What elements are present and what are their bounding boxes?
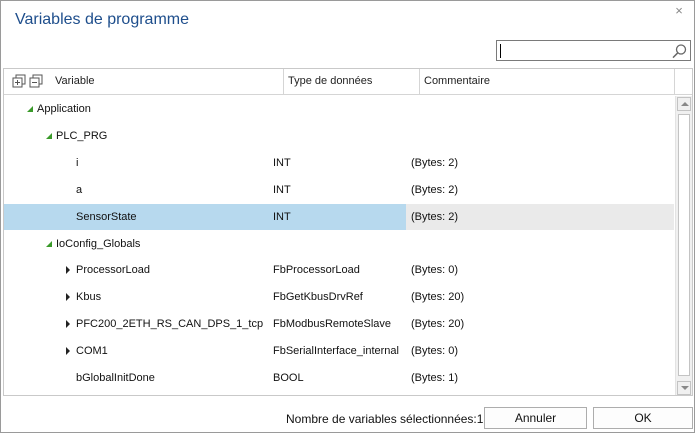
vertical-scrollbar[interactable] (675, 96, 692, 395)
variable-name: bGlobalInitDone (76, 372, 155, 384)
column-header-type[interactable]: Type de données (283, 69, 419, 94)
close-button[interactable]: × (670, 3, 688, 19)
data-type: FbProcessorLoad (273, 264, 360, 276)
tree-row[interactable]: ProcessorLoad FbProcessorLoad (Bytes: 0) (4, 257, 674, 283)
data-type: INT (273, 184, 291, 196)
comment: (Bytes: 2) (411, 184, 459, 196)
grid-header: Variable Type de données Commentaire (4, 69, 692, 95)
comment: (Bytes: 2) (411, 211, 459, 223)
variable-name: i (76, 157, 79, 169)
comment: (Bytes: 20) (411, 291, 465, 303)
expanded-triangle-icon[interactable] (45, 123, 55, 149)
comment: (Bytes: 0) (411, 264, 459, 276)
collapsed-triangle-icon[interactable] (64, 338, 74, 364)
tree-row[interactable]: IoConfig_Globals (4, 231, 674, 257)
comment: (Bytes: 1) (411, 372, 459, 384)
search-input[interactable] (502, 42, 667, 59)
tree-row[interactable]: i INT (Bytes: 2) (4, 150, 674, 176)
comment: (Bytes: 0) (411, 345, 459, 357)
collapse-all-icon[interactable] (29, 74, 43, 88)
cancel-button[interactable]: Annuler (484, 407, 587, 429)
variables-tree: Application PLC_PRGi INT (Bytes: 2) a INT (Byt… (4, 96, 674, 395)
variable-name: COM1 (76, 345, 108, 357)
data-type: FbModbusRemoteSlave (273, 318, 392, 330)
variable-name: PFC200_2ETH_RS_CAN_DPS_1_tcp (76, 318, 264, 330)
tree-row[interactable]: PFC200_2ETH_RS_CAN_DPS_1_tcp FbModbusRemo… (4, 311, 674, 337)
tree-row[interactable]: a INT (Bytes: 2) (4, 177, 674, 203)
variables-grid: Variable Type de données Commentaire App… (3, 68, 693, 396)
dialog-title: Variables de programme (15, 11, 190, 28)
variable-name: ProcessorLoad (76, 264, 150, 276)
data-type: BOOL (273, 372, 304, 384)
data-type: INT (273, 211, 291, 223)
variable-name: Kbus (76, 291, 102, 303)
selected-count-label: Nombre de variables sélectionnées:1 (286, 412, 484, 426)
data-type: INT (273, 157, 291, 169)
variable-name: SensorState (76, 211, 137, 223)
text-caret (500, 44, 501, 58)
variable-name: Application (37, 103, 91, 115)
column-header-comment[interactable]: Commentaire (419, 69, 674, 94)
scroll-down-button[interactable] (677, 381, 691, 395)
ok-button[interactable]: OK (593, 407, 693, 429)
collapsed-triangle-icon[interactable] (64, 311, 74, 337)
expand-all-icon[interactable] (12, 74, 26, 88)
collapsed-triangle-icon[interactable] (64, 257, 74, 283)
variable-name: a (76, 184, 83, 196)
tree-row[interactable]: Application (4, 96, 674, 122)
variable-name: IoConfig_Globals (56, 238, 141, 250)
tree-row[interactable]: PLC_PRG (4, 123, 674, 149)
search-icon[interactable] (671, 43, 688, 60)
scrollbar-thumb[interactable] (678, 114, 690, 376)
tree-row[interactable]: SensorState INT (Bytes: 2) (4, 204, 674, 230)
tree-row[interactable]: COM1 FbSerialInterface_internal (Bytes: 0) (4, 338, 674, 364)
data-type: FbGetKbusDrvRef (273, 291, 363, 303)
tree-row[interactable]: bGlobalInitDone BOOL (Bytes: 1) (4, 365, 674, 391)
dialog-window: Variables de programme × Variable Type d… (0, 0, 695, 433)
comment: (Bytes: 2) (411, 157, 459, 169)
column-header-variable[interactable]: Variable (50, 69, 280, 94)
selection-highlight (4, 204, 406, 230)
search-box[interactable] (496, 40, 691, 61)
expanded-triangle-icon[interactable] (26, 96, 36, 122)
scroll-up-button[interactable] (677, 97, 691, 111)
data-type: FbSerialInterface_internal (273, 345, 399, 357)
comment: (Bytes: 20) (411, 318, 465, 330)
column-separator (674, 69, 675, 94)
tree-row[interactable]: Kbus FbGetKbusDrvRef (Bytes: 20) (4, 284, 674, 310)
variable-name: PLC_PRG (56, 130, 108, 142)
expanded-triangle-icon[interactable] (45, 231, 55, 257)
collapsed-triangle-icon[interactable] (64, 284, 74, 310)
